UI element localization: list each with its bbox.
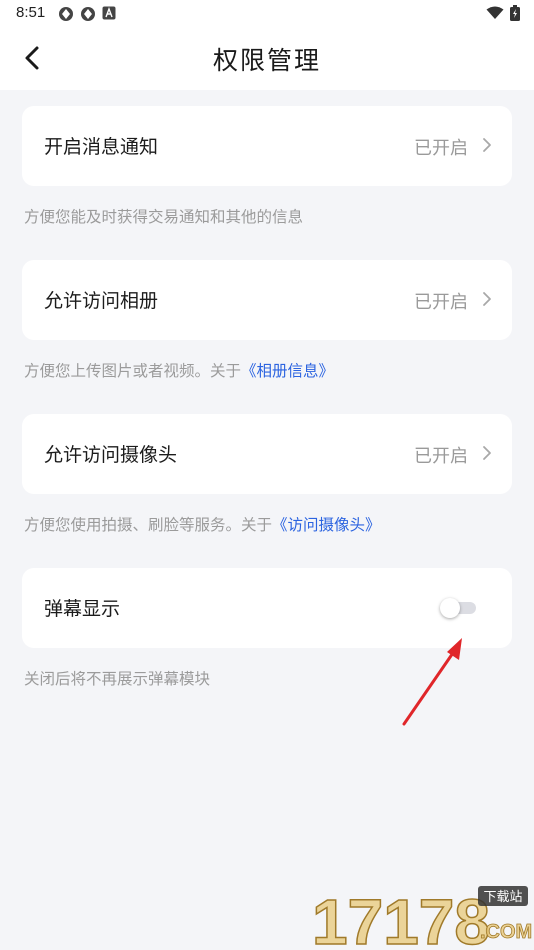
battery-charging-icon <box>510 5 520 21</box>
svg-text:17178: 17178 <box>312 886 490 950</box>
description-text: 方便您能及时获得交易通知和其他的信息 <box>24 208 304 226</box>
app-header: 权限管理 <box>0 28 534 90</box>
chevron-right-icon <box>483 138 491 152</box>
danmu-description: 关闭后将不再展示弹幕模块 <box>24 667 210 689</box>
permission-status: 已开启 <box>414 138 468 159</box>
svg-text:.COM: .COM <box>480 921 532 943</box>
album-info-link[interactable]: 《相册信息》 <box>241 362 334 380</box>
toggle-knob <box>440 598 460 618</box>
danmu-toggle-switch[interactable] <box>440 598 478 618</box>
system-status-icons <box>486 5 520 21</box>
permission-status: 已开启 <box>414 446 468 467</box>
wifi-icon <box>486 6 504 19</box>
site-watermark-logo: 17178 下载站 .COM <box>311 885 532 950</box>
notification-icons <box>58 6 116 22</box>
camera-permission-row[interactable]: 允许访问摄像头 已开启 <box>22 414 512 494</box>
permission-description: 方便您使用拍摄、刷脸等服务。关于《访问摄像头》 <box>24 513 381 535</box>
notification-permission-row[interactable]: 开启消息通知 已开启 <box>22 106 512 186</box>
permission-label: 开启消息通知 <box>44 136 159 158</box>
description-text: 方便您使用拍摄、刷脸等服务。关于 <box>24 516 273 534</box>
album-permission-row[interactable]: 允许访问相册 已开启 <box>22 260 512 340</box>
status-bar: 8:51 <box>0 0 534 28</box>
permission-label: 允许访问相册 <box>44 290 159 312</box>
app-notification-icon <box>59 7 73 21</box>
description-text: 关闭后将不再展示弹幕模块 <box>24 670 211 688</box>
danmu-display-row: 弹幕显示 <box>22 568 512 648</box>
danmu-label: 弹幕显示 <box>44 598 121 620</box>
camera-info-link[interactable]: 《访问摄像头》 <box>272 516 381 534</box>
app-notification-icon-2 <box>81 7 95 21</box>
permission-status: 已开启 <box>414 292 468 313</box>
permission-description: 方便您能及时获得交易通知和其他的信息 <box>24 205 303 227</box>
svg-text:下载站: 下载站 <box>483 890 522 905</box>
permission-description: 方便您上传图片或者视频。关于《相册信息》 <box>24 359 334 381</box>
page-title: 权限管理 <box>212 46 321 75</box>
font-notification-icon <box>102 6 116 20</box>
chevron-right-icon <box>483 292 491 306</box>
status-time: 8:51 <box>16 4 46 21</box>
chevron-right-icon <box>483 446 491 460</box>
permission-label: 允许访问摄像头 <box>44 444 178 466</box>
description-text: 方便您上传图片或者视频。关于 <box>24 362 242 380</box>
